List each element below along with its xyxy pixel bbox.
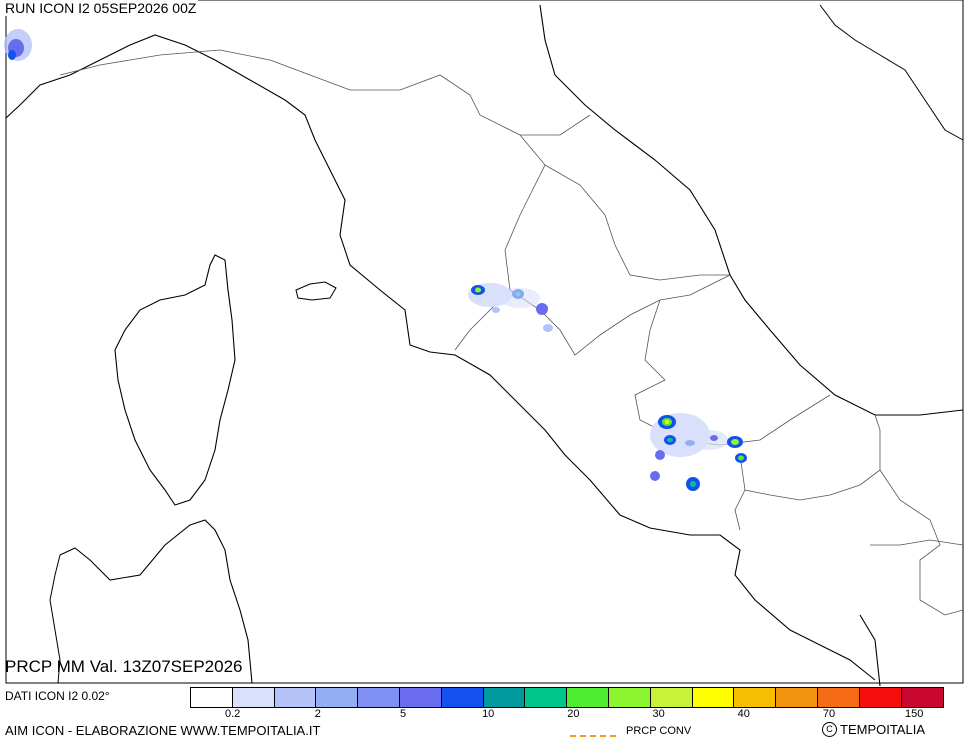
legend-swatch xyxy=(358,688,400,707)
legend-swatch xyxy=(692,688,735,707)
legend-swatch xyxy=(441,688,484,707)
legend-tick-label: 40 xyxy=(737,708,750,720)
conv-label: PRCP CONV xyxy=(626,725,692,737)
copyright-text: TEMPOITALIA xyxy=(840,722,925,737)
legend-tick-label: 70 xyxy=(822,708,836,720)
legend-tick-label: 30 xyxy=(652,708,665,720)
copyright: C TEMPOITALIA xyxy=(822,722,925,737)
legend-swatch xyxy=(191,688,233,707)
legend-swatch xyxy=(567,688,609,707)
legend-swatch xyxy=(859,688,902,707)
field-title: PRCP MM Val. 13Z07SEP2026 xyxy=(5,657,243,676)
credit-line: AIM ICON - ELABORAZIONE WWW.TEMPOITALIA.… xyxy=(5,723,321,738)
legend-swatch xyxy=(776,688,818,707)
legend-tick-label: 10 xyxy=(482,708,495,720)
legend-swatch xyxy=(274,688,317,707)
legend-swatch xyxy=(525,688,568,707)
legend-swatch xyxy=(232,688,275,707)
data-source: DATI ICON I2 0.02° xyxy=(5,689,110,703)
color-legend xyxy=(190,687,945,708)
precipitation-map xyxy=(0,0,968,686)
legend-swatch xyxy=(734,688,777,707)
legend-swatch xyxy=(316,688,359,707)
legend-swatch xyxy=(901,688,944,707)
legend-swatch xyxy=(650,688,693,707)
cell-campania-3 xyxy=(710,435,718,441)
legend-tick-label: 2 xyxy=(314,708,321,720)
legend-tick-label: 20 xyxy=(567,708,580,720)
legend-tick-label: 5 xyxy=(399,708,407,720)
legend-swatch xyxy=(817,688,860,707)
conv-key: PRCP CONV xyxy=(570,725,691,737)
legend-swatch xyxy=(608,688,651,707)
copyright-icon: C xyxy=(822,722,837,737)
legend-tick-label: 0.2 xyxy=(224,708,241,720)
legend-swatch xyxy=(483,688,526,707)
legend-swatch xyxy=(399,688,442,707)
run-title: RUN ICON I2 05SEP2026 00Z xyxy=(5,0,199,16)
cell-umbria-3 xyxy=(536,303,548,315)
legend-tick-label: 150 xyxy=(905,708,924,720)
conv-dashed-line xyxy=(570,735,616,737)
